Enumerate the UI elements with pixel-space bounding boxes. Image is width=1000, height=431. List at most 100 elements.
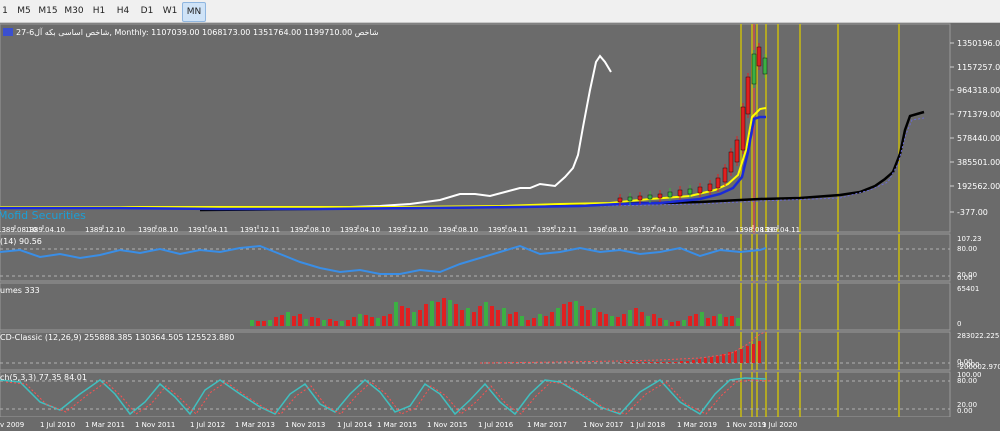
volume-bar (718, 314, 722, 326)
macd-bar (752, 344, 755, 363)
volume-bar (334, 321, 338, 326)
volume-bar (478, 306, 482, 326)
volume-bar (412, 312, 416, 326)
stoch-title: ch(5,3,3) 77.35 84.01 (0, 373, 87, 382)
volume-bar (304, 319, 308, 326)
date-label: 1391.04.11 (188, 226, 228, 234)
timeframe-h4-button[interactable]: H4 (112, 2, 134, 20)
price-tick-label: 771379.00 (957, 110, 1000, 119)
volume-bar (406, 308, 410, 326)
volume-bar (622, 314, 626, 326)
volume-bar (736, 318, 740, 326)
volumes-panel[interactable]: umes 333 65401 0 (0, 282, 979, 331)
stochastic-panel[interactable]: ch(5,3,3) 77.35 84.01 100.0080.0020.000.… (0, 371, 982, 418)
volume-bar (442, 298, 446, 326)
volume-bar (424, 304, 428, 326)
volume-bar (454, 304, 458, 326)
rsi-tick-label: 107.23 (957, 235, 982, 243)
timeframe-m15-button[interactable]: M15 (36, 2, 60, 20)
rsi-tick-label: 80.00 (957, 245, 977, 253)
macd-bar (710, 357, 713, 363)
volume-bar (292, 316, 296, 326)
time-label: 1 Jul 2018 (630, 421, 665, 429)
macd-bar (692, 360, 695, 363)
macd-tick-label: 283022.225 (957, 332, 999, 340)
volume-bar (676, 321, 680, 326)
volume-bar (376, 318, 380, 326)
price-tick-label: 964318.00 (957, 86, 1000, 95)
watermark: Mofid Securities (0, 209, 86, 222)
volume-bar (712, 316, 716, 326)
timeframe-mn-button[interactable]: MN (182, 2, 206, 22)
main-chart-title: 27-6شاخص اساسی بکه آل, Monthly: 1107039.… (16, 27, 379, 37)
volume-bar (328, 319, 332, 326)
volume-bar (538, 314, 542, 326)
volume-bar (394, 302, 398, 326)
volume-bar (628, 310, 632, 326)
volume-bar (730, 316, 734, 326)
price-tick-label: 1157257.00 (957, 63, 1000, 72)
macd-bar (698, 359, 701, 363)
timeframe-w1-button[interactable]: W1 (160, 2, 180, 20)
macd-bar (704, 358, 707, 363)
volume-bar (316, 318, 320, 326)
candle-body (722, 167, 728, 183)
volume-bar (388, 314, 392, 326)
volume-bar (592, 308, 596, 326)
volume-bar (358, 314, 362, 326)
macd-bar (668, 362, 671, 363)
volume-bar (346, 320, 350, 326)
volume-bar (664, 320, 668, 326)
price-tick-label: -377.00 (957, 208, 988, 217)
macd-bar (632, 362, 635, 363)
volumes-title: umes 333 (0, 286, 40, 295)
time-label: 1 Nov 2017 (583, 421, 623, 429)
volume-bar (472, 312, 476, 326)
timeframe-m5-button[interactable]: M5 (14, 2, 34, 20)
volume-bar (706, 318, 710, 326)
time-label: 1 Jul 2012 (190, 421, 225, 429)
macd-bar (680, 361, 683, 363)
candle-body (627, 196, 633, 202)
volume-bar (268, 320, 272, 326)
time-label: 1 Jul 2020 (762, 421, 797, 429)
volume-bar (400, 306, 404, 326)
candle-body (728, 151, 734, 173)
candle-body (751, 53, 757, 85)
volume-bar (550, 312, 554, 326)
volume-bar (502, 308, 506, 326)
date-label: 1390.08.10 (138, 226, 178, 234)
volume-bar (370, 317, 374, 326)
volume-bar (688, 316, 692, 326)
stoch-axis: 100.0080.0020.000.00 (957, 371, 982, 415)
volume-bar (562, 304, 566, 326)
date-label: 1396.08.10 (588, 226, 628, 234)
volume-bar (682, 320, 686, 326)
date-label: 1389.04.10 (25, 226, 65, 234)
candle-body (697, 186, 703, 194)
volume-bar (514, 312, 518, 326)
timeframe-m30-button[interactable]: M30 (62, 2, 86, 20)
volume-bar (586, 310, 590, 326)
timeframe-1-button[interactable]: 1 (0, 2, 10, 20)
volume-bar (724, 317, 728, 326)
volume-bar (616, 317, 620, 326)
macd-bar (656, 362, 659, 363)
candle-body (707, 183, 713, 192)
candle-body (687, 188, 693, 195)
macd-panel[interactable]: CD-Classic (12,26,9) 255888.385 130364.5… (0, 331, 1000, 371)
price-tick-label: 385501.00 (957, 158, 1000, 167)
timeframe-h1-button[interactable]: H1 (88, 2, 110, 20)
time-label: 1 Nov 2011 (135, 421, 175, 429)
macd-bar (746, 346, 749, 363)
candle-body (677, 189, 683, 197)
candle-body (745, 76, 751, 115)
rsi-panel[interactable]: (14) 90.56 107.2380.0020.000.00 (0, 233, 982, 282)
timeframe-d1-button[interactable]: D1 (136, 2, 158, 20)
candle-body (734, 139, 740, 163)
price-tick-label: 578440.00 (957, 134, 1000, 143)
chart-area[interactable]: 27-6شاخص اساسی بکه آل, Monthly: 1107039.… (0, 22, 1000, 431)
volume-bar (262, 321, 266, 326)
time-label: 1 Jul 2014 (337, 421, 373, 429)
macd-bar (638, 362, 641, 363)
